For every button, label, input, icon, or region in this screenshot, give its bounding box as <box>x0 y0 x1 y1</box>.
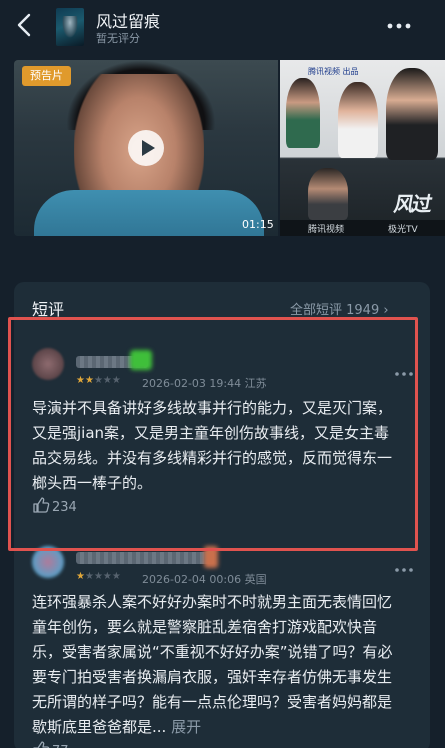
review-text-body: 连环强暴杀人案不好好办案时不时就男主面无表情回忆童年创伤，要么就是警察脏乱差宿舍… <box>32 593 393 736</box>
top-bar: 风过留痕 暂无评分 <box>0 0 445 52</box>
trailer-tag: 预告片 <box>22 66 71 86</box>
highlight-frame <box>8 317 418 551</box>
review-date: 2026-02-04 00:06 <box>142 573 242 586</box>
like-button[interactable]: 77 <box>32 740 69 748</box>
rating-status: 暂无评分 <box>96 32 140 45</box>
more-options-button[interactable] <box>384 18 414 32</box>
star-empty-icon: ★ <box>111 571 121 582</box>
review-more-button[interactable] <box>394 558 414 572</box>
poster-footer-right: 极光TV <box>388 225 418 235</box>
play-button[interactable] <box>128 130 164 166</box>
trailer-video[interactable]: 预告片 01:15 <box>14 60 278 236</box>
poster-figure <box>308 168 348 220</box>
star-empty-icon: ★ <box>102 571 112 582</box>
thumbs-up-icon <box>33 741 50 748</box>
expand-link[interactable]: 展开 <box>171 718 201 736</box>
trailer-frame-shirt <box>34 190 264 236</box>
all-reviews-link[interactable]: 全部短评 1949 › <box>290 299 389 318</box>
show-poster-thumbnail[interactable] <box>56 8 84 46</box>
username-redacted[interactable] <box>76 552 214 564</box>
more-dots-icon <box>395 568 413 572</box>
review-location: 英国 <box>244 573 267 586</box>
media-strip: 预告片 01:15 腾讯视频 出品 风过留 腾讯视频 极光TV <box>14 60 445 236</box>
video-duration: 01:15 <box>242 218 274 231</box>
review-item: ★★★★★ 2026-02-04 00:06 英国 连环强暴杀人案不好好办案时不… <box>14 540 418 748</box>
star-empty-icon: ★ <box>84 571 94 582</box>
show-poster-image[interactable]: 腾讯视频 出品 风过留 腾讯视频 极光TV <box>280 60 445 236</box>
more-dots-icon <box>387 23 411 29</box>
star-empty-icon: ★ <box>93 571 103 582</box>
back-button[interactable] <box>10 10 40 40</box>
poster-footer-left: 腾讯视频 <box>308 225 345 235</box>
review-meta: 2026-02-04 00:06 英国 <box>142 571 267 587</box>
poster-footer: 腾讯视频 极光TV <box>280 220 445 236</box>
like-count: 77 <box>52 744 69 748</box>
poster-figure <box>338 82 378 158</box>
review-text: 连环强暴杀人案不好好办案时不时就男主面无表情回忆童年创伤，要么就是警察脏乱差宿舍… <box>32 590 404 740</box>
rating-stars: ★★★★★ <box>76 571 121 582</box>
poster-brand-text: 腾讯视频 出品 <box>308 67 359 76</box>
poster-figure <box>386 68 438 160</box>
play-icon <box>142 140 155 156</box>
chevron-left-icon <box>17 13 31 37</box>
poster-figure <box>286 78 320 148</box>
star-filled-icon: ★ <box>76 571 85 582</box>
page-title: 风过留痕 <box>96 12 161 31</box>
